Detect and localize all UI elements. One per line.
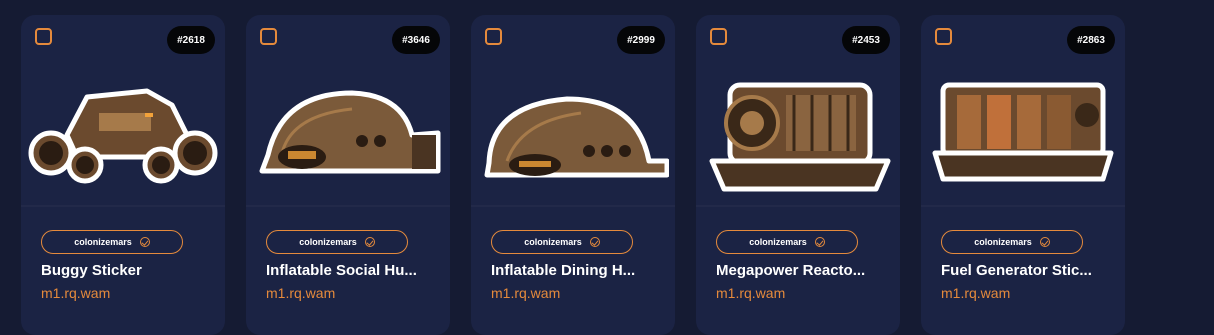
nft-card[interactable]: #2999 colonizemars Inflatable Dining H..…	[471, 15, 675, 335]
nft-card[interactable]: #2453 colonizemars Megapower Reacto... m…	[696, 15, 900, 335]
collection-name: colonizemars	[74, 237, 132, 247]
select-checkbox[interactable]	[935, 28, 952, 45]
select-checkbox[interactable]	[35, 28, 52, 45]
fuel-generator-image	[932, 82, 1114, 182]
select-checkbox[interactable]	[485, 28, 502, 45]
nft-card[interactable]: #2618 colonizemars Buggy Sticker m1.rq.w…	[21, 15, 225, 335]
owner-link[interactable]: m1.rq.wam	[716, 285, 785, 301]
nft-card[interactable]: #2863 colonizemars Fuel Generator Stic..…	[921, 15, 1125, 335]
collection-chip[interactable]: colonizemars	[491, 230, 633, 254]
collection-name: colonizemars	[524, 237, 582, 247]
megapower-reactor-image	[709, 82, 891, 192]
collection-name: colonizemars	[749, 237, 807, 247]
verified-icon	[589, 237, 600, 247]
card-title: Inflatable Social Hu...	[266, 262, 417, 279]
card-title: Inflatable Dining H...	[491, 262, 636, 279]
verified-icon	[139, 237, 150, 247]
select-checkbox[interactable]	[710, 28, 727, 45]
asset-number-badge: #3646	[392, 26, 440, 54]
owner-link[interactable]: m1.rq.wam	[41, 285, 110, 301]
owner-link[interactable]: m1.rq.wam	[491, 285, 560, 301]
verified-icon	[814, 237, 825, 247]
owner-link[interactable]: m1.rq.wam	[266, 285, 335, 301]
inflatable-dining-hall-image	[484, 96, 669, 178]
card-title: Buggy Sticker	[41, 262, 142, 279]
card-title: Fuel Generator Stic...	[941, 262, 1092, 279]
asset-number-badge: #2618	[167, 26, 215, 54]
asset-number-badge: #2999	[617, 26, 665, 54]
verified-icon	[364, 237, 375, 247]
buggy-sticker-image	[28, 88, 218, 184]
collection-chip[interactable]: colonizemars	[941, 230, 1083, 254]
asset-number-badge: #2453	[842, 26, 890, 54]
verified-icon	[1039, 237, 1050, 247]
nft-card-grid: #2618 colonizemars Buggy Sticker m1.rq.w…	[21, 15, 1125, 335]
nft-card[interactable]: #3646 colonizemars Inflatable Social Hu.…	[246, 15, 450, 335]
card-title: Megapower Reacto...	[716, 262, 866, 279]
asset-number-badge: #2863	[1067, 26, 1115, 54]
inflatable-social-hub-image	[259, 90, 441, 174]
collection-name: colonizemars	[974, 237, 1032, 247]
owner-link[interactable]: m1.rq.wam	[941, 285, 1010, 301]
collection-chip[interactable]: colonizemars	[41, 230, 183, 254]
select-checkbox[interactable]	[260, 28, 277, 45]
collection-chip[interactable]: colonizemars	[266, 230, 408, 254]
collection-name: colonizemars	[299, 237, 357, 247]
collection-chip[interactable]: colonizemars	[716, 230, 858, 254]
